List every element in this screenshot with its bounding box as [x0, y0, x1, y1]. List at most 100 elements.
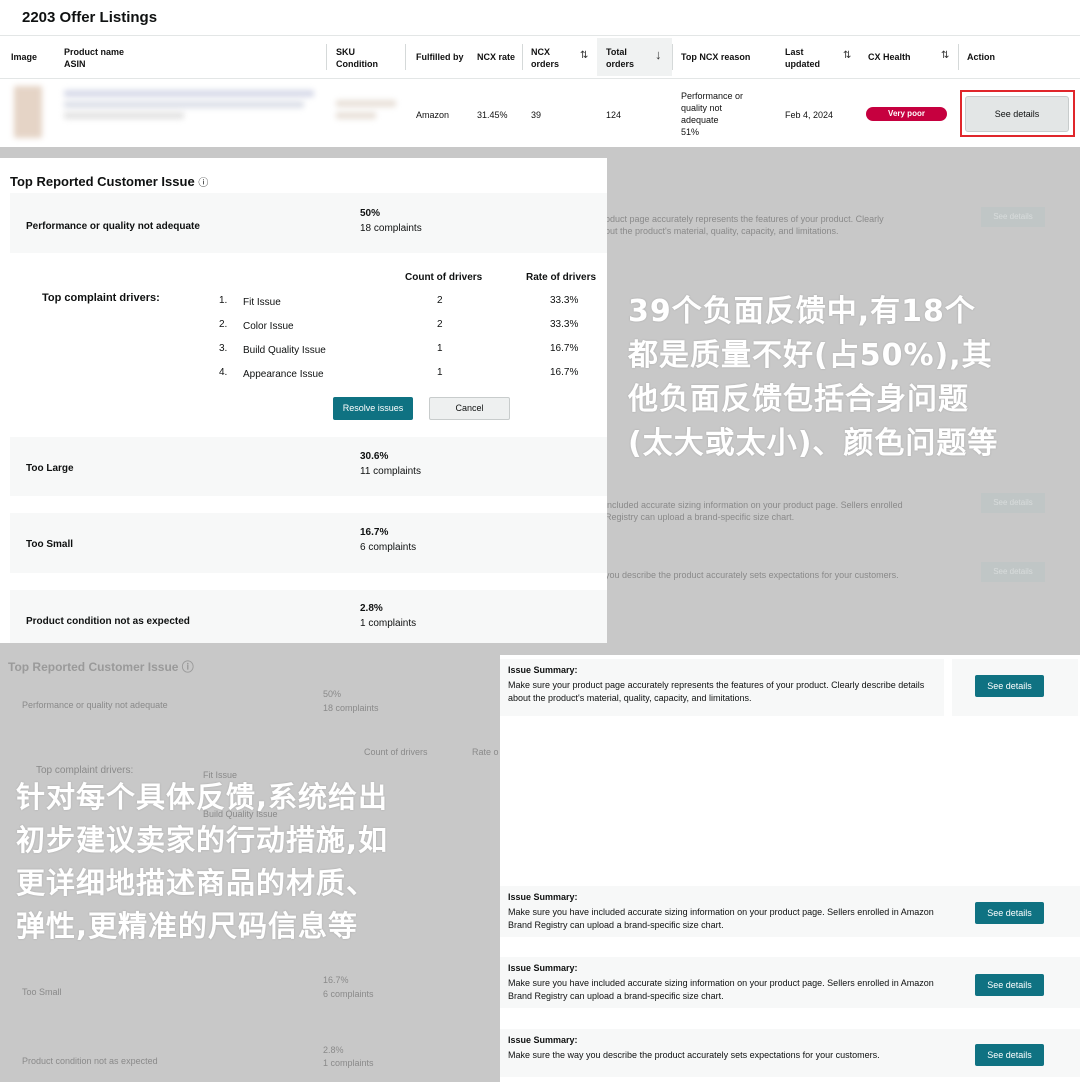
- col-image: Image: [11, 52, 38, 62]
- bg-issue-complaints: 6 complaints: [323, 989, 374, 999]
- col-total-orders[interactable]: Total orders: [606, 46, 634, 70]
- driver-rate: 16.7%: [550, 343, 579, 354]
- sort-icon[interactable]: ⇅: [941, 50, 949, 61]
- help-icon[interactable]: ⓘ: [198, 178, 208, 189]
- condition-blurred: [336, 112, 376, 119]
- fulfilled-by-value: Amazon: [416, 110, 450, 120]
- cx-health-badge: Very poor: [866, 107, 947, 121]
- total-orders-value: 124: [606, 110, 622, 120]
- bg-issue-complaints: 18 complaints: [323, 703, 379, 713]
- driver-count: 1: [437, 367, 443, 378]
- cancel-button[interactable]: Cancel: [429, 397, 510, 420]
- bg-drivers-title: Top complaint drivers:: [36, 765, 134, 776]
- bg-see-details-button: See details: [981, 562, 1045, 582]
- driver-count: 2: [437, 319, 443, 330]
- issue-complaints: 1 complaints: [360, 618, 417, 629]
- see-details-button[interactable]: See details: [975, 974, 1044, 996]
- arrow-down-icon[interactable]: ↓: [655, 47, 662, 62]
- last-updated-value: Feb 4, 2024: [785, 110, 834, 120]
- ncx-rate-value: 31.45%: [477, 110, 508, 120]
- driver-num: 3.: [219, 343, 228, 354]
- bg-issue-percent: 2.8%: [323, 1045, 344, 1055]
- col-last-updated[interactable]: Last updated: [785, 46, 820, 70]
- highlight-box: [960, 90, 1075, 137]
- col-ncx-rate: NCX rate: [477, 52, 516, 62]
- bg-issue-label: Performance or quality not adequate: [22, 700, 168, 710]
- divider: [672, 44, 673, 70]
- col-action: Action: [967, 52, 995, 62]
- bg-summary-text: oduct page accurately represents the fea…: [605, 214, 884, 236]
- bg-see-details-button: See details: [981, 207, 1045, 227]
- see-details-button[interactable]: See details: [975, 902, 1044, 924]
- issue-percent: 2.8%: [360, 603, 383, 614]
- product-name-blurred: [64, 101, 304, 108]
- issue-label: Too Large: [26, 463, 74, 474]
- sort-icon[interactable]: ⇅: [580, 50, 588, 61]
- bg-issue-percent: 50%: [323, 689, 342, 699]
- divider: [522, 44, 523, 70]
- issue-summary-text: Make sure your product page accurately r…: [508, 680, 925, 703]
- divider: [958, 44, 959, 70]
- issue-summary-title: Issue Summary:: [508, 963, 578, 973]
- driver-num: 4.: [219, 367, 228, 378]
- issue-row[interactable]: [10, 437, 607, 496]
- rate-header: Rate of drivers: [526, 272, 597, 283]
- sku-blurred: [336, 100, 396, 107]
- bg-summary-text: included accurate sizing information on …: [605, 500, 903, 522]
- customer-issue-popup: Top Reported Customer Issue ⓘ Performanc…: [0, 158, 607, 643]
- driver-name: Build Quality Issue: [243, 345, 326, 356]
- issue-summary-title: Issue Summary:: [508, 1035, 578, 1045]
- driver-count: 2: [437, 295, 443, 306]
- see-details-button[interactable]: See details: [975, 675, 1044, 697]
- divider: [405, 44, 406, 70]
- issue-percent: 16.7%: [360, 527, 389, 538]
- resolve-issues-button[interactable]: Resolve issues: [333, 397, 413, 420]
- bg-issue-complaints: 1 complaints: [323, 1058, 374, 1068]
- bg-title: Top Reported Customer Issue ⓘ: [8, 660, 194, 674]
- offer-listings-table: 2203 Offer Listings Image Product name AS…: [0, 0, 1080, 147]
- product-image[interactable]: [14, 86, 42, 138]
- issue-complaints: 18 complaints: [360, 223, 422, 234]
- issue-summary-title: Issue Summary:: [508, 665, 578, 675]
- see-details-button[interactable]: See details: [975, 1044, 1044, 1066]
- issue-row[interactable]: [10, 513, 607, 573]
- col-fulfilled-by: Fulfilled by: [416, 52, 464, 62]
- col-product-name: Product name ASIN: [64, 47, 125, 69]
- annotation-right: 39个负面反馈中,有18个 都是质量不好(占50%),其 他负面反馈包括合身问题…: [628, 294, 999, 461]
- drivers-title: Top complaint drivers:: [42, 292, 160, 304]
- issue-complaints: 11 complaints: [360, 466, 421, 477]
- driver-rate: 33.3%: [550, 319, 579, 330]
- annotation-left: 针对每个具体反馈,系统给出 初步建议卖家的行动措施,如 更详细地描述商品的材质、…: [16, 780, 389, 943]
- issue-label: Too Small: [26, 539, 74, 550]
- product-name-blurred[interactable]: [64, 90, 314, 97]
- bg-rate-header: Rate o: [472, 747, 499, 757]
- sort-icon[interactable]: ⇅: [843, 50, 851, 61]
- count-header: Count of drivers: [405, 272, 483, 283]
- issue-percent: 30.6%: [360, 451, 389, 462]
- driver-num: 2.: [219, 319, 228, 330]
- driver-name: Appearance Issue: [243, 369, 324, 380]
- issue-summary-text: Make sure the way you describe the produ…: [508, 1050, 880, 1060]
- driver-rate: 33.3%: [550, 295, 579, 306]
- popup-title: Top Reported Customer Issue ⓘ: [10, 174, 209, 189]
- col-cx-health[interactable]: CX Health: [868, 51, 911, 63]
- bg-see-details-button: See details: [981, 493, 1045, 513]
- top-ncx-reason-value: Performance or quality not adequate 51%: [681, 91, 744, 137]
- issue-label: Product condition not as expected: [26, 616, 190, 627]
- driver-count: 1: [437, 343, 443, 354]
- asin-blurred: [64, 112, 184, 119]
- divider: [0, 78, 1080, 79]
- bg-count-header: Count of drivers: [364, 747, 428, 757]
- issue-label: Performance or quality not adequate: [26, 221, 200, 232]
- col-ncx-orders[interactable]: NCX orders: [531, 46, 559, 70]
- issue-summary-text: Make sure you have included accurate siz…: [508, 907, 934, 930]
- issue-percent: 50%: [360, 208, 381, 219]
- divider: [0, 35, 1080, 36]
- offer-listings-title: 2203 Offer Listings: [22, 9, 158, 26]
- ncx-orders-value: 39: [531, 110, 542, 120]
- bg-issue-label: Product condition not as expected: [22, 1056, 158, 1066]
- issue-summary-panel: Issue Summary: Make sure your product pa…: [500, 655, 1080, 1082]
- col-top-ncx-reason: Top NCX reason: [681, 52, 751, 62]
- col-sku: SKU Condition: [336, 47, 378, 69]
- issue-summary-card: Issue Summary: Make sure you have includ…: [500, 886, 1080, 937]
